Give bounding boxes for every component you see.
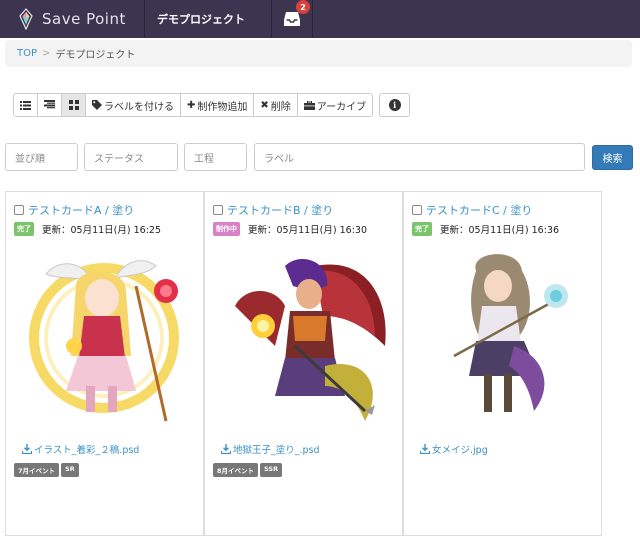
card-meta: 完了 更新：05月11日(月) 16:25: [14, 222, 161, 236]
file-name: イラスト_着彩_２稿.psd: [34, 445, 140, 456]
file-name: 地獄王子_塗り_.psd: [233, 445, 320, 456]
app-name: Save Point: [42, 10, 126, 28]
list-view-button[interactable]: [14, 94, 38, 116]
grid-view-button[interactable]: [62, 94, 86, 116]
inbox-button[interactable]: 2: [272, 0, 312, 38]
updated-timestamp: 更新：05月11日(月) 16:25: [42, 225, 161, 236]
add-item-button[interactable]: ✚ 制作物追加: [181, 94, 255, 116]
info-button[interactable]: i: [379, 93, 411, 117]
plus-icon: ✚: [187, 99, 196, 111]
close-icon: ✖: [260, 99, 269, 111]
toolbar: ラベルを付ける ✚ 制作物追加 ✖ 削除 アーカイブ i: [13, 93, 411, 117]
card-thumbnail[interactable]: [215, 246, 393, 426]
file-download-link[interactable]: 女メイジ.jpg: [420, 442, 488, 456]
tag-icon: [92, 100, 102, 110]
label-tag[interactable]: 8月イベント: [213, 463, 259, 477]
status-select[interactable]: ステータス: [84, 143, 178, 171]
briefcase-icon: [303, 100, 315, 110]
info-icon: i: [388, 99, 401, 111]
card-tags: 8月イベント SSR: [213, 463, 284, 477]
brand[interactable]: Save Point: [0, 0, 144, 38]
search-button[interactable]: 検索: [592, 145, 633, 170]
status-badge: 完了: [14, 222, 34, 236]
inbox-icon: [284, 12, 300, 26]
archive-button-label: アーカイブ: [316, 101, 367, 113]
grid-icon: [68, 100, 79, 110]
file-download-link[interactable]: 地獄王子_塗り_.psd: [221, 442, 320, 456]
status-badge: 制作中: [213, 222, 240, 236]
sort-select[interactable]: 並び順: [5, 143, 78, 171]
status-badge: 完了: [412, 222, 432, 236]
file-download-link[interactable]: イラスト_着彩_２稿.psd: [22, 442, 139, 456]
top-navbar: Save Point デモプロジェクト 2: [0, 0, 640, 38]
card-title-link[interactable]: テストカードA / 塗り: [28, 202, 134, 218]
download-icon: [221, 444, 231, 454]
archive-button[interactable]: アーカイブ: [297, 94, 373, 116]
add-label-button-label: ラベルを付ける: [104, 101, 174, 113]
breadcrumb-separator: >: [42, 48, 51, 59]
updated-timestamp: 更新：05月11日(月) 16:36: [440, 225, 559, 236]
card-meta: 制作中 更新：05月11日(月) 16:30: [213, 222, 367, 236]
detail-view-button[interactable]: [38, 94, 62, 116]
label-input[interactable]: ラベル: [254, 143, 585, 171]
card-title-link[interactable]: テストカードC / 塗り: [426, 202, 532, 218]
card-checkbox[interactable]: [14, 205, 24, 215]
list-icon: [20, 100, 31, 110]
breadcrumb: TOP > デモプロジェクト: [5, 40, 632, 67]
card: テストカードB / 塗り 制作中 更新：05月11日(月) 16:30 地獄王子…: [204, 191, 403, 536]
process-select[interactable]: 工程: [184, 143, 247, 171]
label-tag[interactable]: SSR: [260, 463, 283, 477]
breadcrumb-top-link[interactable]: TOP: [17, 48, 37, 59]
card: テストカードA / 塗り 完了 更新：05月11日(月) 16:25 イラスト_…: [5, 191, 204, 536]
add-item-button-label: 制作物追加: [197, 101, 248, 113]
file-name: 女メイジ.jpg: [432, 445, 488, 456]
card-header: テストカードC / 塗り: [412, 202, 532, 218]
label-tag[interactable]: 7月イベント: [14, 463, 60, 477]
download-icon: [420, 444, 430, 454]
nav-divider: [312, 0, 313, 38]
card-header: テストカードB / 塗り: [213, 202, 333, 218]
card-thumbnail[interactable]: [414, 246, 592, 426]
label-tag[interactable]: SR: [61, 463, 79, 477]
delete-button-label: 削除: [270, 101, 291, 113]
card-checkbox[interactable]: [412, 205, 422, 215]
updated-timestamp: 更新：05月11日(月) 16:30: [248, 225, 367, 236]
notification-badge: 2: [296, 0, 310, 14]
download-icon: [22, 444, 32, 454]
action-button-group: ラベルを付ける ✚ 制作物追加 ✖ 削除 アーカイブ: [13, 93, 374, 117]
card-thumbnail[interactable]: [16, 246, 194, 426]
card-meta: 完了 更新：05月11日(月) 16:36: [412, 222, 559, 236]
card-tags: 7月イベント SR: [14, 463, 81, 477]
card-title-link[interactable]: テストカードB / 塗り: [227, 202, 333, 218]
save-point-logo-icon: [19, 8, 33, 30]
card-checkbox[interactable]: [213, 205, 223, 215]
detail-list-icon: [44, 100, 55, 109]
project-tab[interactable]: デモプロジェクト: [145, 0, 271, 38]
delete-button[interactable]: ✖ 削除: [254, 94, 298, 116]
card: テストカードC / 塗り 完了 更新：05月11日(月) 16:36 女メイジ.…: [403, 191, 602, 536]
card-header: テストカードA / 塗り: [14, 202, 134, 218]
add-label-button[interactable]: ラベルを付ける: [86, 94, 181, 116]
breadcrumb-current: デモプロジェクト: [55, 50, 136, 61]
